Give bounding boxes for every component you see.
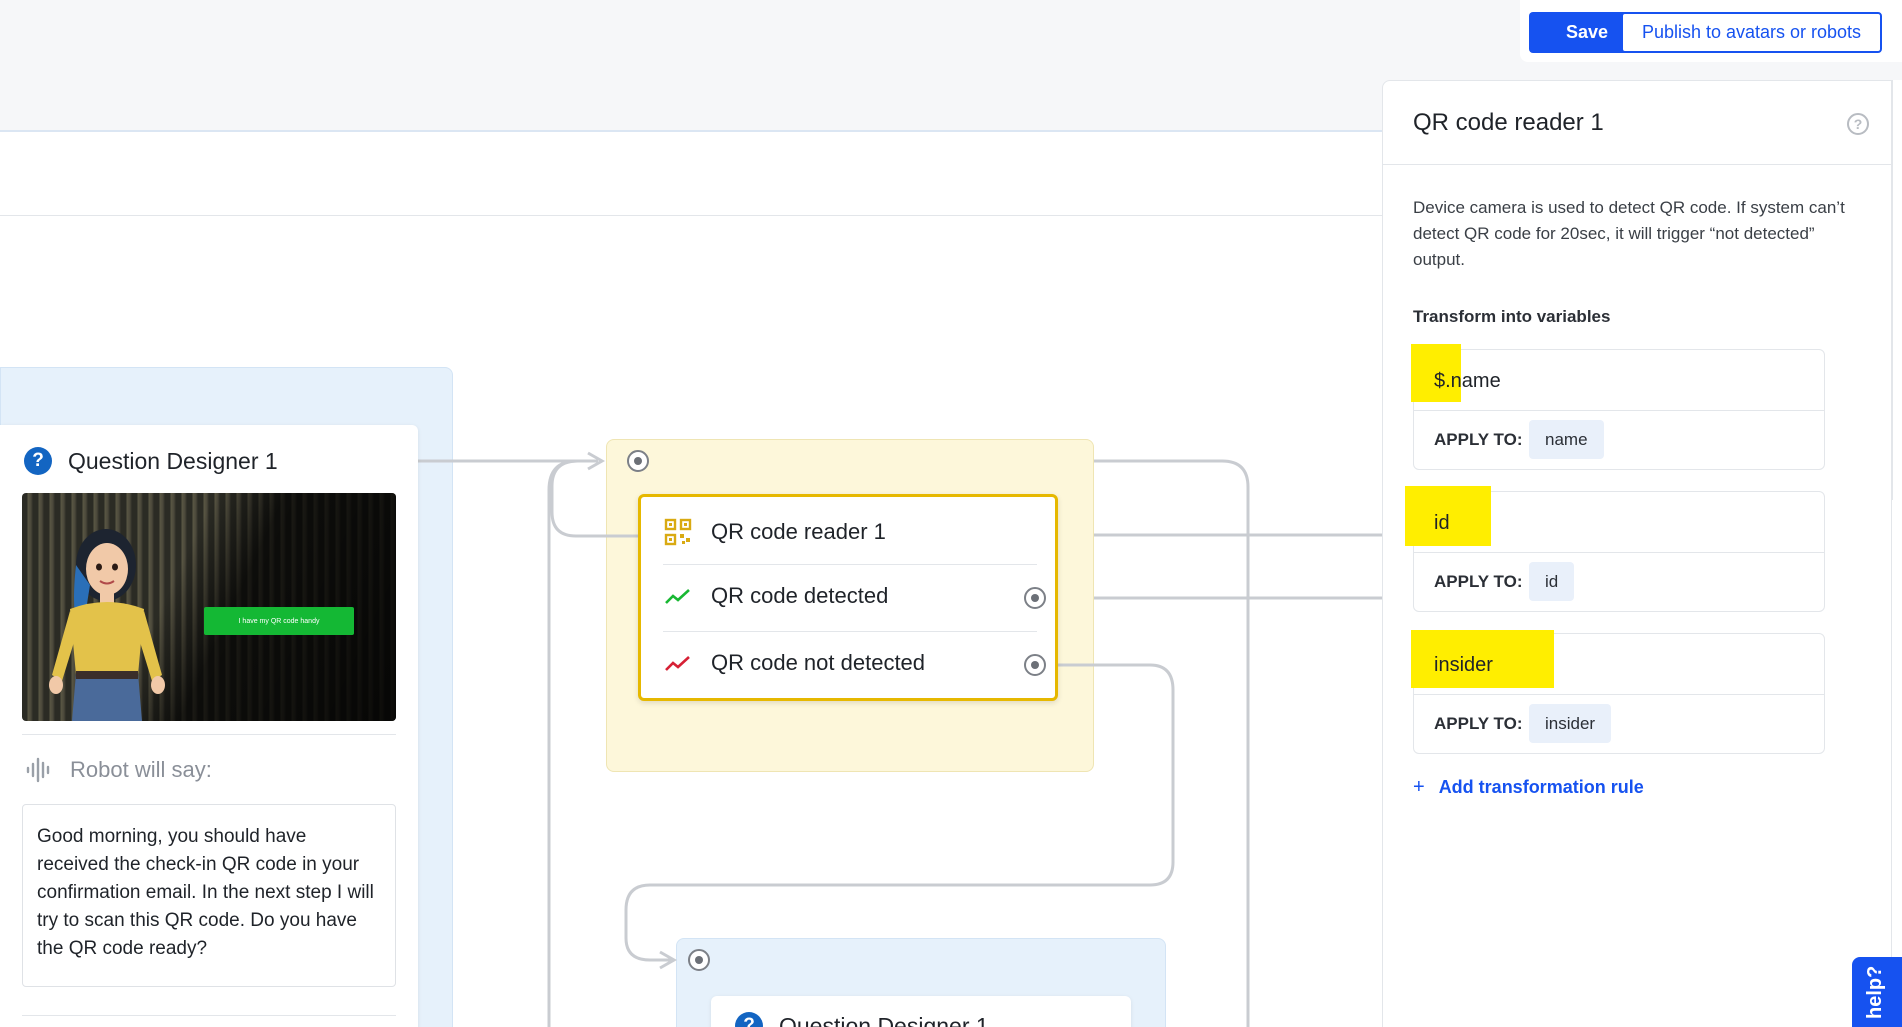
- apply-to-label: APPLY TO:: [1434, 714, 1523, 733]
- help-tab[interactable]: help?: [1852, 957, 1902, 1027]
- panel-description: Device camera is used to detect QR code.…: [1413, 198, 1845, 269]
- qr-output-not-detected: QR code not detected: [711, 650, 926, 675]
- panel-title: QR code reader 1: [1413, 109, 1604, 136]
- plus-icon: +: [1413, 776, 1425, 798]
- help-tab-label: help?: [1864, 965, 1886, 1019]
- rule-variable[interactable]: id: [1434, 512, 1450, 535]
- transform-rule[interactable]: id APPLY TO: id: [1405, 486, 1825, 612]
- qr-code-icon: [664, 518, 692, 546]
- apply-to-chip[interactable]: id: [1529, 562, 1575, 601]
- apply-to-label: APPLY TO:: [1434, 430, 1523, 449]
- speech-text[interactable]: Good morning, you should have received t…: [22, 804, 396, 987]
- robot-label: Robot will say:: [70, 757, 212, 782]
- question2-input-port[interactable]: [688, 949, 710, 971]
- apply-to-chip[interactable]: insider: [1529, 704, 1612, 743]
- question-icon: ?: [735, 1012, 763, 1027]
- panel-subtitle: Transform into variables: [1413, 307, 1611, 326]
- avatar-preview-image: I have my QR code handy: [22, 493, 396, 721]
- image-cta-button: I have my QR code handy: [204, 607, 354, 635]
- question-icon: ?: [24, 447, 52, 475]
- transform-rule[interactable]: insider APPLY TO: insider: [1411, 630, 1825, 754]
- apply-to-chip[interactable]: name: [1529, 420, 1604, 459]
- sound-wave-icon: [26, 757, 50, 783]
- add-transformation-rule-link[interactable]: + Add transformation rule: [1413, 776, 1644, 799]
- trend-down-icon: [665, 656, 690, 671]
- help-circle-icon[interactable]: ?: [1847, 113, 1869, 135]
- qr-input-port[interactable]: [627, 450, 649, 472]
- question-node-2-title: Question Designer 1: [779, 1012, 989, 1027]
- trend-up-icon: [665, 589, 690, 604]
- apply-to-label: APPLY TO:: [1434, 572, 1523, 591]
- question-designer-node-2[interactable]: ? Question Designer 1: [711, 996, 1131, 1027]
- add-rule-label: Add transformation rule: [1438, 777, 1644, 797]
- qr-output-detected: QR code detected: [711, 583, 889, 608]
- properties-panel: QR code reader 1 ? Device camera is used…: [1382, 80, 1893, 1027]
- question-designer-node[interactable]: ? Question Designer 1 I have my QR code …: [0, 425, 418, 1027]
- question-node-title: Question Designer 1: [68, 447, 278, 474]
- not-detected-output-port[interactable]: [1024, 654, 1046, 676]
- rule-variable[interactable]: $.name: [1434, 370, 1501, 393]
- qr-node-title: QR code reader 1: [711, 519, 886, 544]
- qr-code-reader-node[interactable]: QR code reader 1 QR code detected QR cod…: [638, 494, 1058, 701]
- avatar-illustration: [49, 529, 165, 721]
- rule-variable[interactable]: insider: [1434, 654, 1493, 677]
- transform-rule[interactable]: $.name APPLY TO: name: [1411, 344, 1825, 470]
- detected-output-port[interactable]: [1024, 587, 1046, 609]
